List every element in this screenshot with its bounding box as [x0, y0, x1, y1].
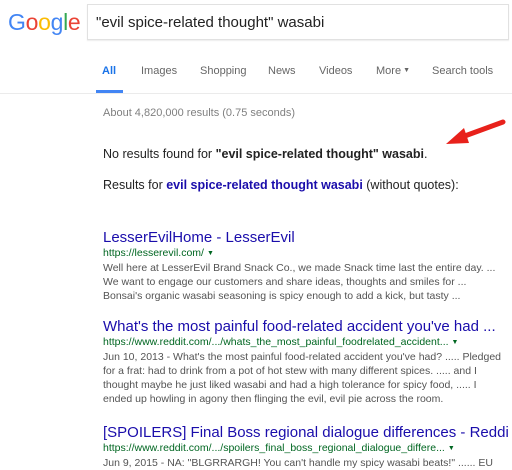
tabs-divider [0, 93, 512, 94]
result-title-link[interactable]: What's the most painful food-related acc… [103, 318, 508, 335]
tab-all[interactable]: All [102, 65, 116, 77]
caret-down-icon[interactable]: ▼ [448, 445, 455, 452]
result-url: https://lesserevil.com/▼ [103, 247, 508, 260]
tab-more[interactable]: More ▼ [376, 65, 410, 77]
results-for-suffix: (without quotes): [362, 178, 459, 192]
search-result: [SPOILERS] Final Boss regional dialogue … [103, 424, 508, 470]
google-logo[interactable]: Google [8, 6, 80, 40]
tab-images[interactable]: Images [141, 65, 177, 77]
search-box[interactable] [87, 4, 509, 40]
results-for-notice: Results for evil spice-related thought w… [103, 178, 459, 192]
result-url-text: https://lesserevil.com/ [103, 247, 204, 259]
result-stats: About 4,820,000 results (0.75 seconds) [103, 107, 296, 119]
no-results-prefix: No results found for [103, 147, 216, 161]
google-logo-text: Google [8, 9, 80, 35]
no-results-query: "evil spice-related thought" wasabi [215, 147, 424, 161]
search-input[interactable] [96, 14, 496, 31]
tab-more-label: More [376, 65, 402, 77]
chevron-down-icon: ▼ [403, 67, 410, 74]
result-url-text: https://www.reddit.com/.../spoilers_fina… [103, 442, 445, 454]
snippet-line: thought maybe he just liked wasabi and h… [103, 379, 477, 391]
search-tabs: All Images Shopping News Videos More ▼ Se… [0, 60, 512, 94]
tab-search-tools[interactable]: Search tools [432, 65, 493, 77]
snippet-line: Well here at LesserEvil Brand Snack Co.,… [103, 262, 496, 274]
result-snippet: Well here at LesserEvil Brand Snack Co.,… [103, 261, 508, 303]
red-arrow-icon [446, 119, 506, 144]
no-results-suffix: . [424, 147, 428, 161]
result-title-link[interactable]: LesserEvilHome - LesserEvil [103, 229, 508, 246]
result-url: https://www.reddit.com/.../spoilers_fina… [103, 442, 508, 455]
tab-videos[interactable]: Videos [319, 65, 352, 77]
caret-down-icon[interactable]: ▼ [452, 339, 459, 346]
unquoted-query-link[interactable]: evil spice-related thought wasabi [166, 178, 363, 192]
result-snippet: Jun 10, 2013 - What's the most painful f… [103, 350, 508, 406]
search-result: LesserEvilHome - LesserEvil https://less… [103, 229, 508, 303]
tab-shopping[interactable]: Shopping [200, 65, 247, 77]
result-url: https://www.reddit.com/.../whats_the_mos… [103, 336, 508, 349]
snippet-line: Jun 10, 2013 - What's the most painful f… [103, 351, 502, 363]
result-url-text: https://www.reddit.com/.../whats_the_mos… [103, 336, 449, 348]
result-title-link[interactable]: [SPOILERS] Final Boss regional dialogue … [103, 424, 508, 441]
snippet-line: for a frat: had to drink from a pot of h… [103, 365, 477, 377]
search-result: What's the most painful food-related acc… [103, 318, 508, 406]
results-for-prefix: Results for [103, 178, 167, 192]
caret-down-icon[interactable]: ▼ [207, 250, 214, 257]
tab-news[interactable]: News [268, 65, 296, 77]
snippet-line: ended up howling in agony then flinging … [103, 393, 444, 405]
snippet-line: Bonsai's organic wasabi seasoning is spi… [103, 290, 461, 302]
snippet-line: We want to engage our customers and shar… [103, 276, 467, 288]
no-results-notice: No results found for "evil spice-related… [103, 147, 427, 161]
